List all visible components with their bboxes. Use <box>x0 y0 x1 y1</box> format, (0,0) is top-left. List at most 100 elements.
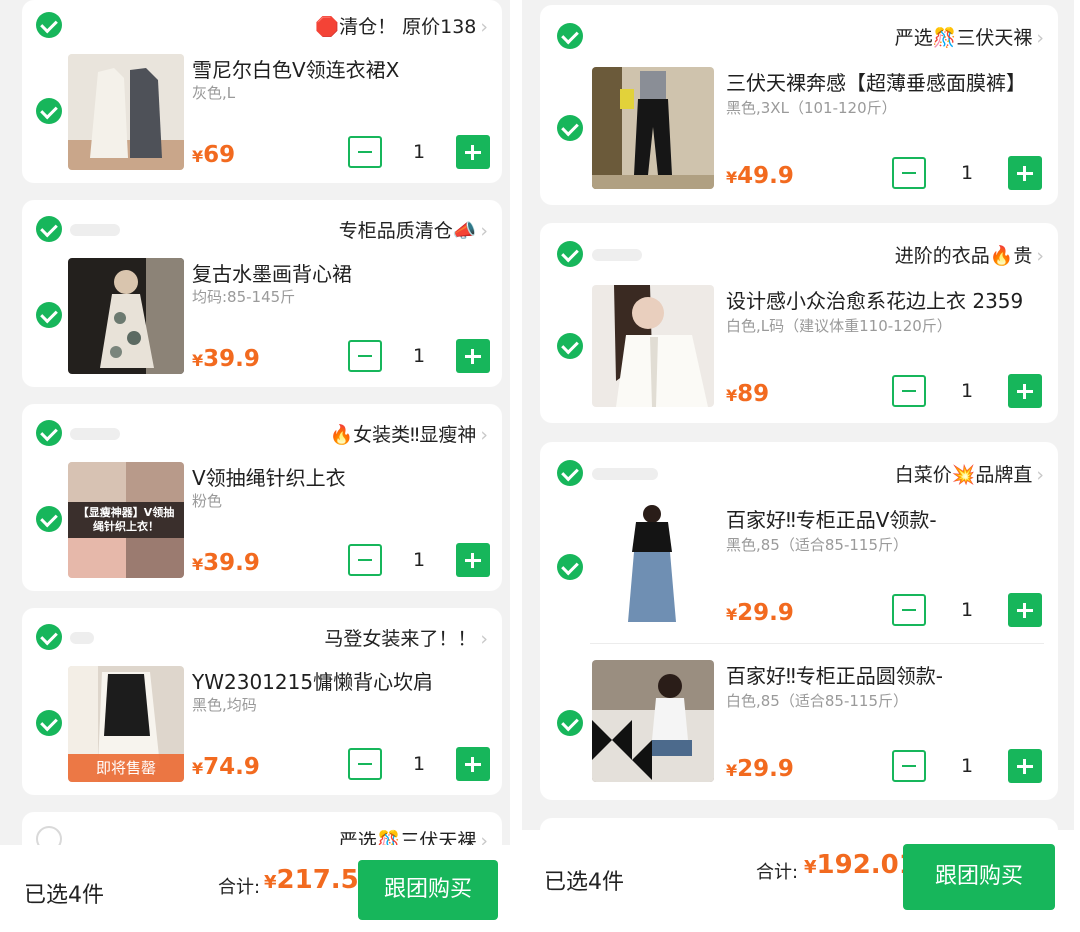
quantity-value[interactable]: 1 <box>404 549 434 571</box>
product-price: ¥29.9 <box>726 600 794 626</box>
shop-select-checkbox[interactable] <box>36 826 62 845</box>
decrease-quantity-button[interactable] <box>892 750 926 782</box>
product-photo-round-neck <box>592 660 714 782</box>
shop-name-link[interactable]: 进阶的衣品🔥贵 › <box>895 241 1044 268</box>
product-title[interactable]: 设计感小众治愈系花边上衣 2359 <box>726 285 1023 314</box>
decrease-quantity-button[interactable] <box>892 375 926 407</box>
increase-quantity-button[interactable] <box>456 747 490 781</box>
cart-item-card: 🔥女装类‼显瘦神 › 【显瘦神器】V领抽绳针织上衣！ V领抽绳针织上衣 粉色 ¥3… <box>22 404 502 591</box>
shop-select-checkbox[interactable] <box>557 460 583 486</box>
product-spec[interactable]: 均码:85-145斤 <box>192 286 295 307</box>
product-image[interactable] <box>592 285 714 407</box>
shop-name-link[interactable]: 🔥女装类‼显瘦神 › <box>330 420 489 447</box>
increase-quantity-button[interactable] <box>1008 593 1042 627</box>
shop-name-link[interactable]: 严选🎊三伏天裸 › <box>339 826 488 845</box>
product-spec[interactable]: 粉色 <box>192 490 222 511</box>
product-spec[interactable]: 黑色,85（适合85-115斤） <box>726 534 908 555</box>
increase-quantity-button[interactable] <box>456 339 490 373</box>
total-amount: ¥192.01 <box>804 850 917 880</box>
product-title[interactable]: 复古水墨画背心裙 <box>192 258 352 287</box>
shop-select-checkbox[interactable] <box>557 241 583 267</box>
cart-shop-card: 白菜价💥品牌直 › 百家好‼专柜正品V领款- 黑色,85（适合85-115斤） ¥… <box>540 442 1058 800</box>
item-select-checkbox[interactable] <box>36 710 62 736</box>
shop-avatar-blurred <box>70 632 94 644</box>
shop-select-checkbox[interactable] <box>36 216 62 242</box>
quantity-value[interactable]: 1 <box>404 345 434 367</box>
shop-select-checkbox[interactable] <box>36 624 62 650</box>
product-price: ¥39.9 <box>192 550 260 576</box>
shop-name-link[interactable]: 马登女装来了！！ › <box>324 624 488 651</box>
item-select-checkbox[interactable] <box>557 115 583 141</box>
quantity-value[interactable]: 1 <box>952 162 982 184</box>
item-select-checkbox[interactable] <box>557 710 583 736</box>
increase-quantity-button[interactable] <box>456 135 490 169</box>
shop-select-checkbox[interactable] <box>557 23 583 49</box>
product-spec[interactable]: 灰色,L <box>192 82 235 103</box>
quantity-value[interactable]: 1 <box>404 141 434 163</box>
decrease-quantity-button[interactable] <box>348 340 382 372</box>
product-price: ¥39.9 <box>192 346 260 372</box>
product-title[interactable]: 百家好‼专柜正品圆领款- <box>726 660 943 689</box>
item-select-checkbox[interactable] <box>557 554 583 580</box>
product-image[interactable]: 即将售罄 <box>68 666 184 782</box>
decrease-quantity-button[interactable] <box>348 748 382 780</box>
increase-quantity-button[interactable] <box>1008 156 1042 190</box>
increase-quantity-button[interactable] <box>456 543 490 577</box>
selected-count: 已选4件 <box>24 883 104 908</box>
shop-name-link[interactable]: 专柜品质清仓📣 › <box>339 216 488 243</box>
product-spec[interactable]: 白色,85（适合85-115斤） <box>726 690 908 711</box>
product-title[interactable]: YW2301215慵懒背心坎肩 <box>192 666 433 695</box>
increase-quantity-button[interactable] <box>1008 749 1042 783</box>
shop-name-link[interactable]: 严选🎊三伏天裸 › <box>895 23 1044 50</box>
group-buy-button[interactable]: 跟团购买 <box>903 844 1055 910</box>
product-image[interactable] <box>68 54 184 170</box>
product-title[interactable]: 雪尼尔白色V领连衣裙X <box>192 54 399 83</box>
product-title[interactable]: V领抽绳针织上衣 <box>192 462 346 491</box>
decrease-quantity-button[interactable] <box>892 157 926 189</box>
item-select-checkbox[interactable] <box>36 98 62 124</box>
chevron-right-icon: › <box>480 830 488 845</box>
item-divider <box>590 643 1044 644</box>
checkout-bar-left: 已选4件 合计: ¥217.57 跟团购买 <box>0 845 510 932</box>
product-image[interactable] <box>592 504 714 626</box>
product-image[interactable]: 【显瘦神器】V领抽绳针织上衣！ <box>68 462 184 578</box>
decrease-quantity-button[interactable] <box>348 544 382 576</box>
product-image[interactable] <box>592 67 714 189</box>
item-select-checkbox[interactable] <box>36 302 62 328</box>
cart-panel-right: 严选🎊三伏天裸 › 三伏天裸奔感【超薄垂感面膜裤】 黑色,3XL（101-120斤… <box>522 0 1074 845</box>
decrease-quantity-button[interactable] <box>892 594 926 626</box>
selected-count: 已选4件 <box>544 870 624 895</box>
product-spec[interactable]: 白色,L码（建议体重110-120斤） <box>726 315 952 336</box>
decrease-quantity-button[interactable] <box>348 136 382 168</box>
quantity-value[interactable]: 1 <box>952 380 982 402</box>
shop-select-checkbox[interactable] <box>36 420 62 446</box>
product-photo-vneck <box>592 504 714 626</box>
quantity-value[interactable]: 1 <box>952 755 982 777</box>
product-title[interactable]: 百家好‼专柜正品V领款- <box>726 504 937 533</box>
product-image[interactable] <box>68 258 184 374</box>
item-select-checkbox[interactable] <box>36 506 62 532</box>
product-spec[interactable]: 黑色,均码 <box>192 694 257 715</box>
total-label: 合计: <box>218 877 261 898</box>
chevron-right-icon: › <box>480 628 488 650</box>
quantity-value[interactable]: 1 <box>952 599 982 621</box>
product-spec[interactable]: 黑色,3XL（101-120斤） <box>726 97 897 118</box>
item-select-checkbox[interactable] <box>557 333 583 359</box>
quantity-value[interactable]: 1 <box>404 753 434 775</box>
product-photo-ink-dress <box>68 258 184 374</box>
product-image[interactable] <box>592 660 714 782</box>
shop-select-checkbox[interactable] <box>36 12 62 38</box>
product-price: ¥74.9 <box>192 754 260 780</box>
shop-name-link[interactable]: 🛑清仓！ 原价138 › <box>315 12 488 39</box>
product-price: ¥49.9 <box>726 163 794 189</box>
increase-quantity-button[interactable] <box>1008 374 1042 408</box>
product-title[interactable]: 三伏天裸奔感【超薄垂感面膜裤】 <box>726 67 1026 96</box>
group-buy-button[interactable]: 跟团购买 <box>358 860 498 920</box>
product-photo-dress <box>68 54 184 170</box>
cart-shop-card: 进阶的衣品🔥贵 › 设计感小众治愈系花边上衣 2359 白色,L码（建议体重110… <box>540 223 1058 423</box>
shop-avatar-blurred <box>592 249 642 261</box>
shop-name-link[interactable]: 白菜价💥品牌直 › <box>895 460 1044 487</box>
chevron-right-icon: › <box>480 16 488 38</box>
product-price: ¥29.9 <box>726 756 794 782</box>
shop-avatar-blurred <box>592 468 658 480</box>
